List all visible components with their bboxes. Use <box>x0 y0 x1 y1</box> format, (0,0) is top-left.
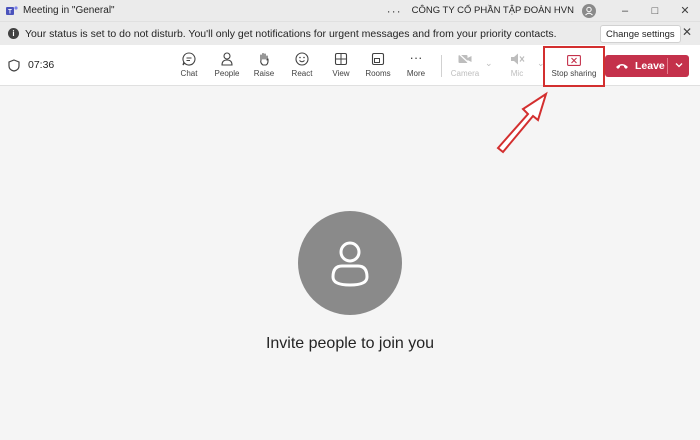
rooms-button[interactable]: Rooms <box>361 51 395 81</box>
chat-button[interactable]: Chat <box>172 51 206 81</box>
info-icon: i <box>8 28 19 39</box>
people-label: People <box>214 69 240 78</box>
meeting-timer: 07:36 <box>28 59 55 71</box>
shield-icon <box>8 59 20 72</box>
annotation-arrow-icon <box>496 91 548 154</box>
change-settings-button[interactable]: Change settings <box>600 25 681 43</box>
react-icon <box>295 52 309 66</box>
rooms-label: Rooms <box>365 69 391 78</box>
organization-name: CÔNG TY CỔ PHẦN TẬP ĐOÀN HVN <box>411 5 574 16</box>
react-button[interactable]: React <box>285 51 319 81</box>
toolbar-separator <box>441 55 442 77</box>
leave-options-chevron-icon[interactable] <box>673 59 685 71</box>
view-label: View <box>332 69 350 78</box>
mic-off-icon <box>511 53 525 65</box>
more-icon: ··· <box>409 50 423 65</box>
svg-text:T: T <box>8 9 12 15</box>
minimize-button[interactable]: – <box>610 0 640 21</box>
camera-button[interactable]: Camera <box>448 51 482 81</box>
raise-label: Raise <box>253 69 275 78</box>
camera-off-icon <box>457 52 472 66</box>
view-button[interactable]: View <box>324 51 358 81</box>
mic-label: Mic <box>510 69 524 78</box>
more-options-button[interactable]: ··· <box>387 4 402 18</box>
leave-button[interactable]: Leave <box>605 55 689 77</box>
leave-label: Leave <box>635 60 665 72</box>
people-icon <box>221 52 233 66</box>
user-avatar[interactable] <box>582 3 596 18</box>
leave-divider <box>667 58 668 74</box>
raise-hand-button[interactable]: Raise <box>247 51 281 81</box>
people-button[interactable]: People <box>210 51 244 81</box>
stop-sharing-highlight-box <box>543 46 605 87</box>
invite-people-text: Invite people to join you <box>265 335 435 352</box>
notification-close-icon[interactable]: ✕ <box>682 25 692 39</box>
teams-app-icon: T <box>6 5 18 15</box>
react-label: React <box>291 69 313 78</box>
phone-hangup-icon <box>616 64 628 69</box>
raise-hand-icon <box>260 52 269 66</box>
window-titlebar: T Meeting in "General" ··· CÔNG TY CỔ PH… <box>0 0 700 21</box>
more-label: More <box>406 69 426 78</box>
camera-options-chevron-icon[interactable]: ⌄ <box>485 58 493 69</box>
camera-label: Camera <box>450 69 480 78</box>
chat-icon <box>182 52 196 66</box>
window-title: Meeting in "General" <box>23 5 115 16</box>
maximize-button[interactable]: □ <box>640 0 670 21</box>
user-avatar-icon <box>585 6 593 15</box>
rooms-icon <box>371 52 385 66</box>
person-icon <box>331 241 369 287</box>
notification-text: Your status is set to do not disturb. Yo… <box>25 27 557 40</box>
mic-button[interactable]: Mic <box>500 51 534 81</box>
chat-label: Chat <box>180 69 198 78</box>
view-icon <box>334 52 348 66</box>
more-button[interactable]: ··· More <box>399 51 433 81</box>
dnd-notification-bar: i Your status is set to do not disturb. … <box>0 21 700 45</box>
close-window-button[interactable]: ✕ <box>670 0 700 21</box>
meeting-avatar <box>298 211 402 315</box>
